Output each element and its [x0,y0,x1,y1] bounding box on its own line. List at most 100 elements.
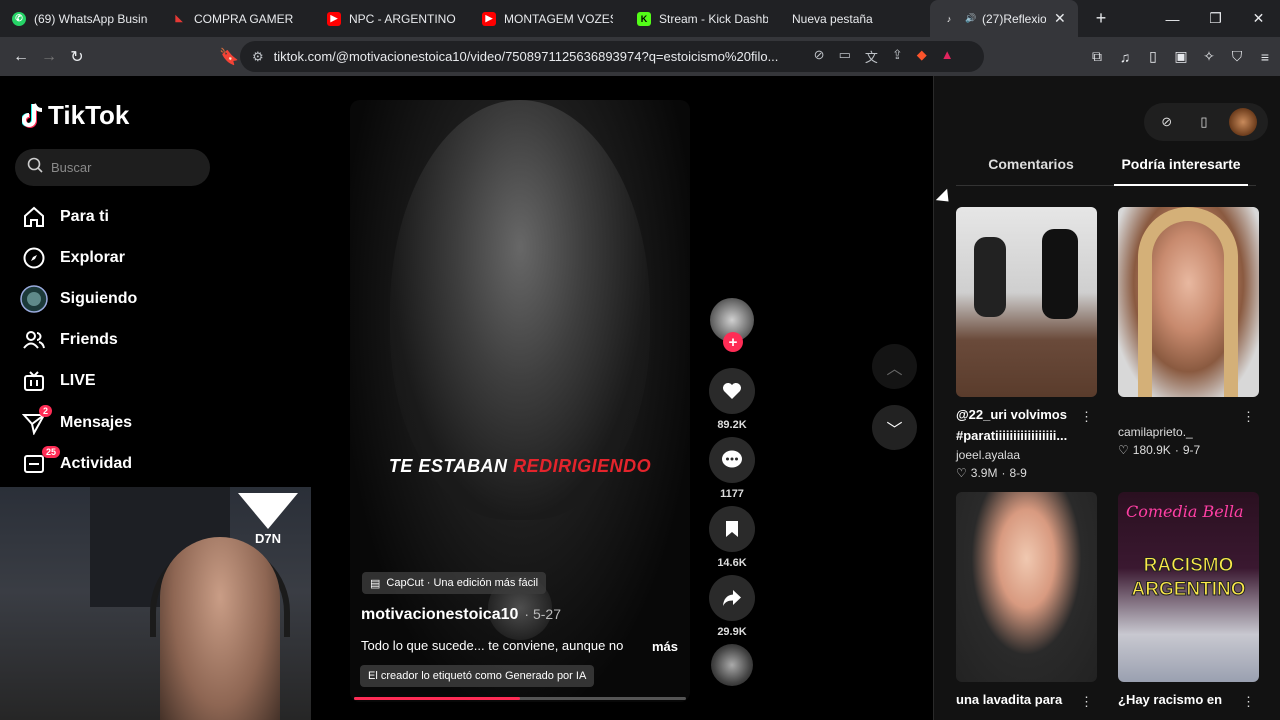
neon-sign-text: Comedia Bella [1126,502,1244,521]
creator-avatar[interactable]: + [710,298,754,352]
new-tab-button[interactable]: + [1086,4,1116,34]
tiktok-page: TikTok Para ti Explorar Siguiendo Friend… [0,76,1280,720]
card-title[interactable]: @22_uri volvimos #paratiiiiiiiiiiiiiiiii… [956,404,1081,446]
search-box[interactable] [15,149,210,186]
ai-generated-label: El creador lo etiquetó como Generado por… [360,665,595,687]
author-name[interactable]: motivacionestoica10 [361,606,518,623]
video-player[interactable]: TE ESTABAN REDIRIGIENDO ▤ CapCut · Una e… [350,100,690,702]
video-thumbnail[interactable] [1118,207,1259,397]
like-action[interactable]: 89.2K [709,368,755,431]
menu-icon[interactable]: ≡ [1256,49,1274,65]
tab-comentarios[interactable]: Comentarios [956,156,1106,185]
card-likes: 3.9M [970,466,998,480]
next-video-button[interactable]: ﹀ [872,405,917,450]
action-bar: + 89.2K 1177 14.6K 29.9K [709,298,755,686]
minimize-icon[interactable]: — [1151,0,1194,37]
heart-icon[interactable] [709,368,755,414]
capcut-tag[interactable]: ▤ CapCut · Una edición más fácil [362,572,547,594]
screenshot-icon[interactable]: ⧉ [1088,48,1106,65]
search-icon [27,157,43,178]
maximize-icon[interactable]: ❐ [1194,0,1237,37]
tab-compragamer[interactable]: ◣ COMPRA GAMER [160,0,315,37]
video-card[interactable]: @22_uri volvimos #paratiiiiiiiiiiiiiiiii… [956,207,1097,480]
sidebar-icon[interactable]: ▯ [1144,48,1162,65]
whatsapp-icon: ✆ [12,11,26,26]
sidebar-item-actividad[interactable]: 25 Actividad [20,443,137,484]
address-bar[interactable]: ⚙ tiktok.com/@motivacionestoica10/video/… [240,41,984,72]
bookmark-icon[interactable]: 🔖 [215,43,243,71]
previous-video-button[interactable]: ︿ [872,344,917,389]
more-options-icon[interactable]: ⋮ [1080,694,1093,710]
explore-icon[interactable]: ⊘ [1155,110,1179,134]
tiktok-logo[interactable]: TikTok [21,100,129,131]
site-info-icon[interactable]: ⚙ [252,49,264,65]
card-user[interactable]: joeel.ayalaa [956,448,1097,462]
more-button[interactable]: más [652,639,678,654]
d7n-logo: D7N [238,493,298,546]
card-title[interactable]: ¿Hay racismo en [1118,689,1243,710]
brave-shield-icon[interactable]: ◆ [917,47,927,66]
video-author[interactable]: motivacionestoica10 · 5-27 [361,606,561,624]
card-meta: ♡ 180.9K · 9-7 [1118,443,1259,457]
forward-icon[interactable]: → [35,43,63,71]
tab-youtube-montagem[interactable]: ▶ MONTAGEM VOZES I [470,0,625,37]
more-options-icon[interactable]: ⋮ [1242,694,1255,710]
more-options-icon[interactable]: ⋮ [1242,409,1255,425]
bookmark-icon[interactable] [709,506,755,552]
tab-title: Stream - Kick Dashbo [659,11,768,26]
video-card[interactable]: camilaprieto._ ♡ 180.9K · 9-7 ⋮ [1118,207,1259,480]
close-tab-icon[interactable]: ✕ [1054,10,1066,27]
card-title[interactable]: una lavadita para [956,689,1081,710]
speaker-icon[interactable]: 🔊 [964,12,978,26]
home-icon [20,203,48,231]
close-window-icon[interactable]: ✕ [1237,0,1280,37]
sidebar-item-explorar[interactable]: Explorar [20,237,137,278]
video-thumbnail[interactable] [956,207,1097,397]
more-options-icon[interactable]: ⋮ [1080,409,1093,425]
tab-tiktok-active[interactable]: ♪ 🔊 (27)Reflexione ✕ [930,0,1078,37]
tab-youtube-npc[interactable]: ▶ NPC - ARGENTINO N [315,0,470,37]
comment-action[interactable]: 1177 [709,437,755,500]
sidebar-nav: Para ti Explorar Siguiendo Friends LIVE … [20,196,137,484]
sidebar-item-mensajes[interactable]: 2 Mensajes [20,402,137,443]
music-icon[interactable]: ♫ [1116,49,1134,65]
share-action[interactable]: 29.9K [709,575,755,638]
video-thumbnail[interactable] [956,492,1097,682]
wallet-icon[interactable]: ▣ [1172,48,1190,65]
save-count: 14.6K [717,557,747,569]
caption-red: REDIRIGIENDO [513,456,652,476]
tab-podria-interesarte[interactable]: Podría interesarte [1106,156,1256,186]
follow-plus-icon[interactable]: + [723,332,743,352]
card-user[interactable]: camilaprieto._ [1118,425,1259,439]
profile-avatar[interactable] [1229,108,1258,136]
sidebar-item-siguiendo[interactable]: Siguiendo [20,278,137,319]
ai-icon[interactable]: ✧ [1200,48,1218,65]
card-meta: ♡ 3.9M · 8-9 [956,466,1097,480]
share-icon[interactable]: ⇪ [892,47,903,66]
tab-whatsapp[interactable]: ✆ (69) WhatsApp Busine [0,0,160,37]
video-progress-bar[interactable] [354,697,686,700]
sidebar-item-para-ti[interactable]: Para ti [20,196,137,237]
search-input[interactable] [51,160,201,175]
tab-new[interactable]: Nueva pestaña [780,0,930,37]
sidebar-item-live[interactable]: LIVE [20,361,137,402]
reload-icon[interactable]: ↻ [63,43,91,71]
tab-kick[interactable]: K Stream - Kick Dashbo [625,0,780,37]
music-disc-icon[interactable] [711,644,753,686]
meta-dot: · [1174,443,1179,457]
url-text[interactable]: tiktok.com/@motivacionestoica10/video/75… [274,49,794,64]
no-tracking-icon[interactable]: ⊘ [814,47,825,66]
share-icon[interactable] [709,575,755,621]
sidebar-item-friends[interactable]: Friends [20,320,137,361]
comment-icon[interactable] [709,437,755,483]
device-icon[interactable]: ▯ [1192,110,1216,134]
cast-icon[interactable]: ▭ [839,47,851,66]
video-thumbnail[interactable]: Comedia Bella RACISMO ARGENTINO [1118,492,1259,682]
back-icon[interactable]: ← [7,43,35,71]
save-action[interactable]: 14.6K [709,506,755,569]
video-card[interactable]: Comedia Bella RACISMO ARGENTINO ¿Hay rac… [1118,492,1259,710]
vpn-icon[interactable]: ⛉ [1228,48,1246,65]
brave-rewards-icon[interactable]: ▲ [941,47,954,66]
video-card[interactable]: una lavadita para ⋮ [956,492,1097,710]
translate-icon[interactable]: 文 [865,47,878,66]
